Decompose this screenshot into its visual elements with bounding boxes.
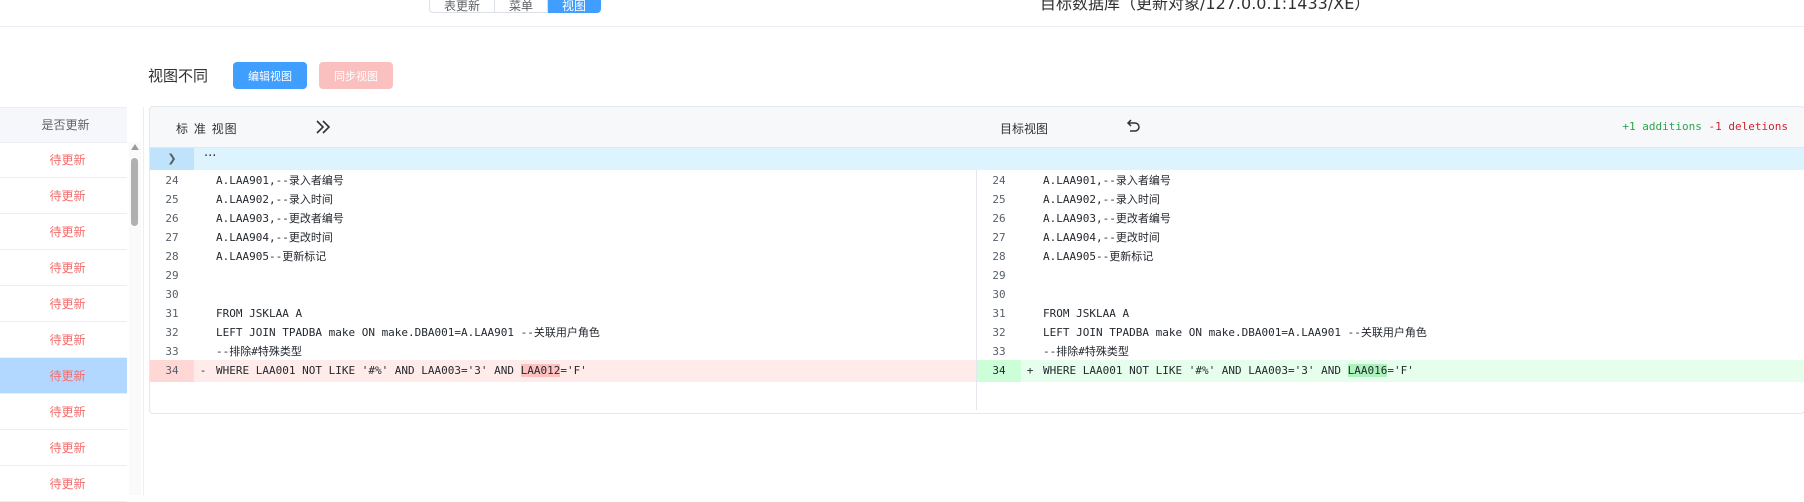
code-text-pre: WHERE LAA001 NOT LIKE '#%' AND LAA003='3… <box>216 364 521 377</box>
update-status-table: 是否更新 待更新 待更新 待更新 待更新 待更新 待更新 待更新 待更新 待更新… <box>0 107 144 502</box>
table-row[interactable]: 待更新 <box>0 214 127 250</box>
target-view-title: 目标视图 <box>1000 122 1049 136</box>
column-header-update-status[interactable]: 是否更新 <box>0 107 127 143</box>
code-text: WHERE LAA001 NOT LIKE '#%' AND LAA003='3… <box>1043 360 1414 382</box>
table-row-selected[interactable]: 待更新 <box>0 358 127 394</box>
table-row[interactable]: 待更新 <box>0 286 127 322</box>
column-header-label: 是否更新 <box>41 118 90 132</box>
added-line: 34 + WHERE LAA001 NOT LIKE '#%' AND LAA003… <box>977 360 1804 382</box>
edit-view-button[interactable]: 编辑视图 <box>233 62 307 89</box>
target-view-pane: 24 A.LAA901,--录入者编号 25 A.LAA902,--录入时间 26 A.L… <box>977 170 1804 410</box>
deletions-count: -1 deletions <box>1708 120 1788 133</box>
line-number: 34 <box>150 360 194 382</box>
undo-icon[interactable] <box>1124 117 1142 135</box>
code-text-post: ='F' <box>560 364 587 377</box>
code-text-post: ='F' <box>1387 364 1414 377</box>
line-number: 34 <box>977 360 1021 382</box>
code-text-pre: WHERE LAA001 NOT LIKE '#%' AND LAA003='3… <box>1043 364 1348 377</box>
chevron-right-icon[interactable]: ❯ <box>150 148 194 170</box>
collapsed-lines-row[interactable]: ❯ ··· <box>150 148 1804 170</box>
scroll-up-arrow-icon[interactable] <box>131 144 139 150</box>
table-row[interactable]: 待更新 <box>0 250 127 286</box>
scrollbar-thumb[interactable] <box>131 158 138 226</box>
table-row[interactable]: 待更新 <box>0 142 127 178</box>
sync-view-button[interactable]: 同步视图 <box>319 62 393 89</box>
tab-view[interactable]: 视图 <box>548 0 602 13</box>
code-text: WHERE LAA001 NOT LIKE '#%' AND LAA003='3… <box>216 360 587 382</box>
standard-view-pane: 24 A.LAA901,--录入者编号 25 A.LAA902,--录入时间 26 A.L… <box>150 170 977 410</box>
plus-marker: + <box>1026 364 1034 377</box>
table-row[interactable]: 待更新 <box>0 466 127 502</box>
table-row[interactable]: 待更新 <box>0 394 127 430</box>
double-chevron-right-icon[interactable] <box>314 119 332 135</box>
additions-count: +1 additions <box>1622 120 1702 133</box>
diff-stats: +1 additions -1 deletions <box>1622 120 1788 133</box>
minus-marker: - <box>199 364 207 377</box>
diff-viewer: 标 准 视图 目标视图 +1 additions -1 deletions ❯ … <box>149 106 1804 414</box>
table-row[interactable]: 待更新 <box>0 430 127 466</box>
diff-status-label: 视图不同 <box>148 67 209 85</box>
deleted-line: 34- WHERE LAA001 NOT LIKE '#%' AND LAA003… <box>150 360 976 382</box>
table-body: 待更新 待更新 待更新 待更新 待更新 待更新 待更新 待更新 待更新 待更新 <box>0 142 127 502</box>
target-database-title: 目标数据库（更新对象/127.0.0.1:1433/XE） <box>1040 0 1371 13</box>
standard-view-title: 标 准 视图 <box>176 122 238 136</box>
table-row[interactable]: 待更新 <box>0 322 127 358</box>
changed-token: LAA016 <box>1347 364 1388 377</box>
changed-token: LAA012 <box>520 364 561 377</box>
tab-menu[interactable]: 菜单 <box>495 0 549 13</box>
vertical-scrollbar[interactable] <box>129 142 141 495</box>
tab-table-update[interactable]: 表更新 <box>429 0 496 13</box>
table-row[interactable]: 待更新 <box>0 178 127 214</box>
tab-group: 表更新 菜单 视图 <box>429 0 602 13</box>
diff-header: 标 准 视图 目标视图 +1 additions -1 deletions <box>150 107 1804 148</box>
collapsed-lines-label: ··· <box>204 149 217 164</box>
top-bar: 表更新 菜单 视图 目标数据库（更新对象/127.0.0.1:1433/XE） <box>0 0 1804 27</box>
